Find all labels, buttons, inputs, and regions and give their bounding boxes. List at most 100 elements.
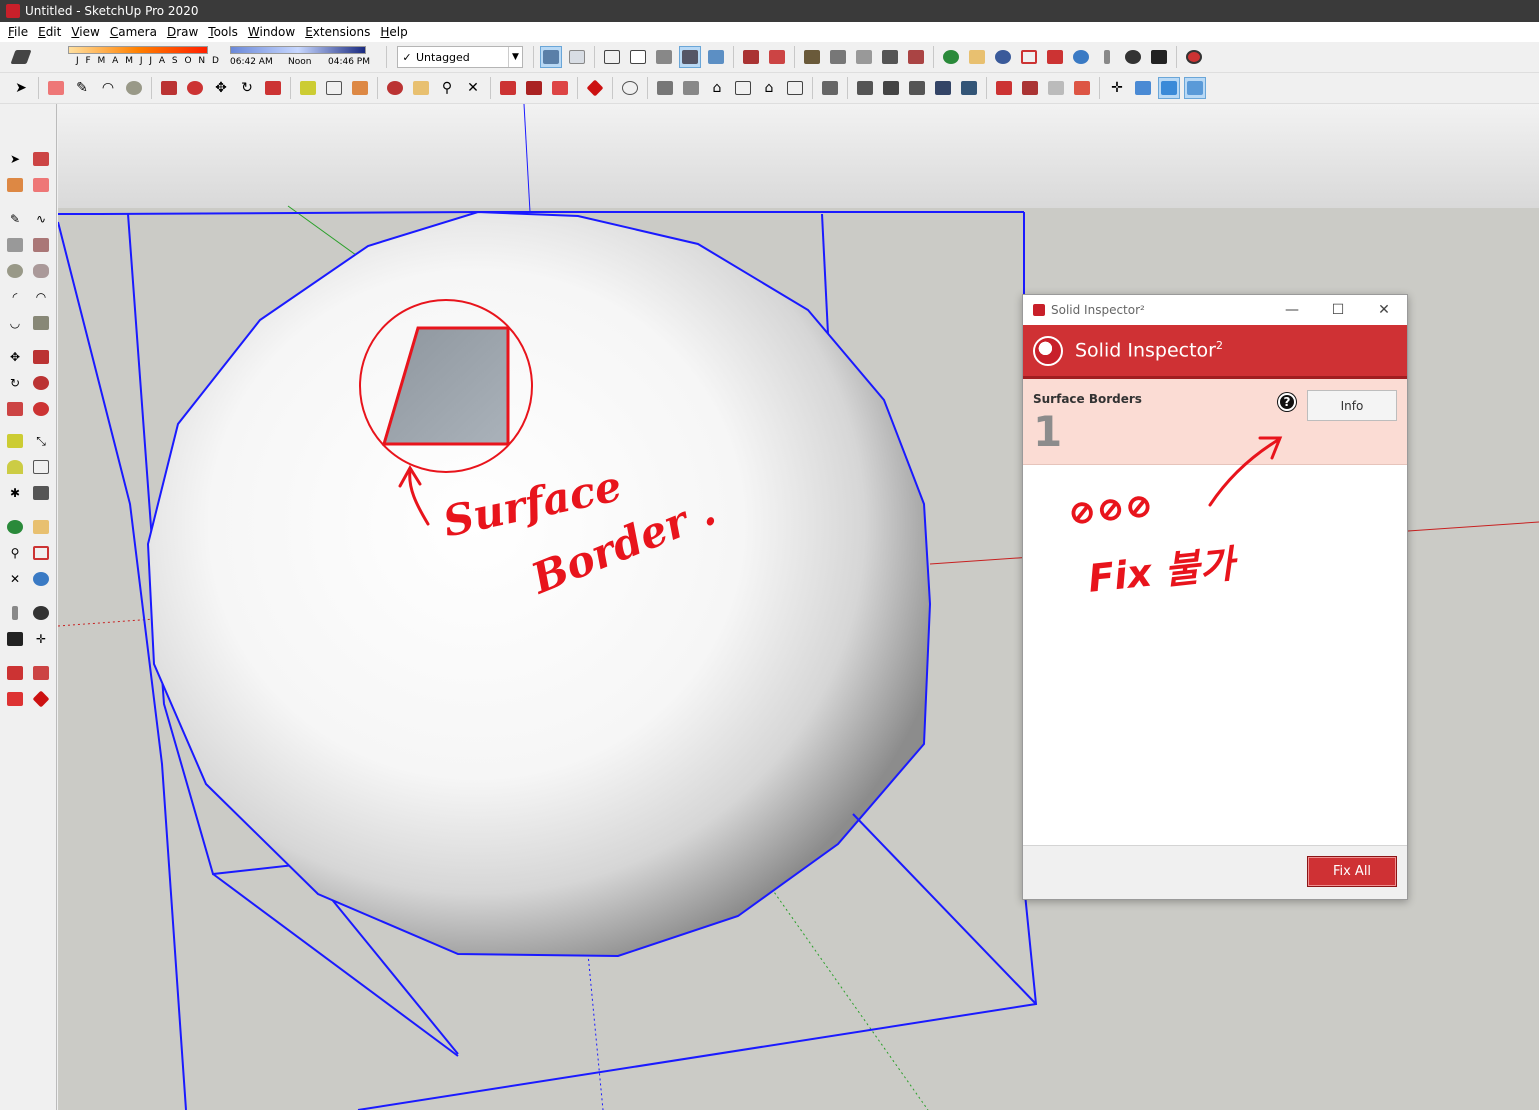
menu-draw[interactable]: Draw: [163, 25, 204, 39]
line-icon[interactable]: ✎: [4, 208, 26, 230]
close-icon[interactable]: ✕: [1361, 302, 1407, 318]
zoom-extents-icon[interactable]: [1044, 46, 1066, 68]
intersect-icon[interactable]: [523, 77, 545, 99]
position-camera-icon[interactable]: [1096, 46, 1118, 68]
minimize-icon[interactable]: —: [1269, 302, 1315, 318]
time-slider[interactable]: [230, 46, 366, 54]
fix-all-button[interactable]: Fix All: [1307, 856, 1397, 887]
monochrome-icon[interactable]: [705, 46, 727, 68]
union-icon[interactable]: [549, 77, 571, 99]
ruby-gem-icon[interactable]: [30, 688, 52, 710]
arc-icon[interactable]: ◜: [4, 286, 26, 308]
eraser-icon[interactable]: [45, 77, 67, 99]
circle-icon[interactable]: [4, 260, 26, 282]
extension-warehouse-icon[interactable]: [766, 46, 788, 68]
walk-icon[interactable]: [4, 628, 26, 650]
ruby-gem-icon[interactable]: [584, 77, 606, 99]
wireframe-icon[interactable]: [601, 46, 623, 68]
tag-dropdown[interactable]: ✓ Untagged ▼: [397, 46, 523, 68]
warehouse-icon[interactable]: [4, 662, 26, 684]
push-pull-icon[interactable]: [158, 77, 180, 99]
zoom-previous-icon[interactable]: [1070, 46, 1092, 68]
back-view-icon[interactable]: ⌂: [758, 77, 780, 99]
section-cut-icon[interactable]: [880, 77, 902, 99]
xray-icon[interactable]: [566, 46, 588, 68]
circle-icon[interactable]: [123, 77, 145, 99]
section-plane-icon[interactable]: [854, 77, 876, 99]
left-view-icon[interactable]: [784, 77, 806, 99]
rotate-icon[interactable]: ↻: [236, 77, 258, 99]
menu-help[interactable]: Help: [376, 25, 413, 39]
error-item-surface-borders[interactable]: Surface Borders 1 ? Info: [1023, 379, 1407, 465]
walk-icon[interactable]: [1148, 46, 1170, 68]
paint-bucket-icon[interactable]: [4, 174, 26, 196]
select-icon[interactable]: ➤: [4, 148, 26, 170]
smoove-icon[interactable]: [853, 46, 875, 68]
rectangle-icon[interactable]: [4, 234, 26, 256]
style-builder-icon[interactable]: [1132, 77, 1154, 99]
help-icon[interactable]: ?: [1278, 393, 1296, 411]
front-view-icon[interactable]: ⌂: [706, 77, 728, 99]
menu-window[interactable]: Window: [244, 25, 301, 39]
rotate-icon[interactable]: ↻: [4, 372, 26, 394]
zoom-window-icon[interactable]: [30, 542, 52, 564]
date-slider[interactable]: [68, 46, 208, 54]
protractor-icon[interactable]: [4, 456, 26, 478]
solid-inspector-icon[interactable]: [1183, 46, 1205, 68]
menu-extensions[interactable]: Extensions: [301, 25, 376, 39]
scale-icon[interactable]: [262, 77, 284, 99]
orbit-icon[interactable]: [940, 46, 962, 68]
make-group-icon[interactable]: [819, 77, 841, 99]
arc-icon[interactable]: ◠: [97, 77, 119, 99]
dimension-icon[interactable]: ⤡: [30, 430, 52, 452]
pan-icon[interactable]: [30, 516, 52, 538]
move-icon[interactable]: ✥: [210, 77, 232, 99]
menu-camera[interactable]: Camera: [106, 25, 163, 39]
polygon-icon[interactable]: [30, 260, 52, 282]
xray-mode-icon[interactable]: [1158, 77, 1180, 99]
follow-me-icon[interactable]: [184, 77, 206, 99]
push-pull-icon[interactable]: [30, 346, 52, 368]
pan-icon[interactable]: [410, 77, 432, 99]
zoom-icon[interactable]: ⚲: [4, 542, 26, 564]
section-plane-icon[interactable]: ✛: [30, 628, 52, 650]
follow-me-icon[interactable]: [30, 372, 52, 394]
line-icon[interactable]: ✎: [71, 77, 93, 99]
zoom-icon[interactable]: ⚲: [436, 77, 458, 99]
solid-split-icon[interactable]: [1071, 77, 1093, 99]
text-icon[interactable]: [30, 456, 52, 478]
look-around-icon[interactable]: [1122, 46, 1144, 68]
layout-icon[interactable]: [4, 688, 26, 710]
two-point-arc-icon[interactable]: ◠: [30, 286, 52, 308]
iso-view-icon[interactable]: [654, 77, 676, 99]
axes-icon[interactable]: ✛: [1106, 77, 1128, 99]
scale-icon[interactable]: [4, 398, 26, 420]
zoom-extents-icon[interactable]: ✕: [4, 568, 26, 590]
extension-warehouse-icon[interactable]: [30, 662, 52, 684]
maximize-icon[interactable]: ☐: [1315, 302, 1361, 318]
freehand-icon[interactable]: ∿: [30, 208, 52, 230]
tape-measure-icon[interactable]: [4, 430, 26, 452]
chevron-down-icon[interactable]: ▼: [508, 47, 522, 67]
display-section-cuts-icon[interactable]: [958, 77, 980, 99]
shadows-toggle-icon[interactable]: [10, 46, 32, 68]
move-icon[interactable]: ✥: [4, 346, 26, 368]
back-edges-icon[interactable]: [540, 46, 562, 68]
zoom-icon[interactable]: [992, 46, 1014, 68]
text-icon[interactable]: [323, 77, 345, 99]
select-icon[interactable]: ➤: [10, 77, 32, 99]
shaded-textures-icon[interactable]: [679, 46, 701, 68]
right-view-icon[interactable]: [732, 77, 754, 99]
shaded-icon[interactable]: [653, 46, 675, 68]
rotated-rectangle-icon[interactable]: [30, 234, 52, 256]
sandbox-from-scratch-icon[interactable]: [827, 46, 849, 68]
back-edges-mode-icon[interactable]: [1184, 77, 1206, 99]
3d-text-icon[interactable]: [30, 482, 52, 504]
sandbox-from-contours-icon[interactable]: [801, 46, 823, 68]
orbit-icon[interactable]: [4, 516, 26, 538]
solid-subtract-icon[interactable]: [1019, 77, 1041, 99]
look-around-icon[interactable]: [30, 602, 52, 624]
position-camera-icon[interactable]: [4, 602, 26, 624]
hidden-line-icon[interactable]: [627, 46, 649, 68]
eraser-icon[interactable]: [30, 174, 52, 196]
